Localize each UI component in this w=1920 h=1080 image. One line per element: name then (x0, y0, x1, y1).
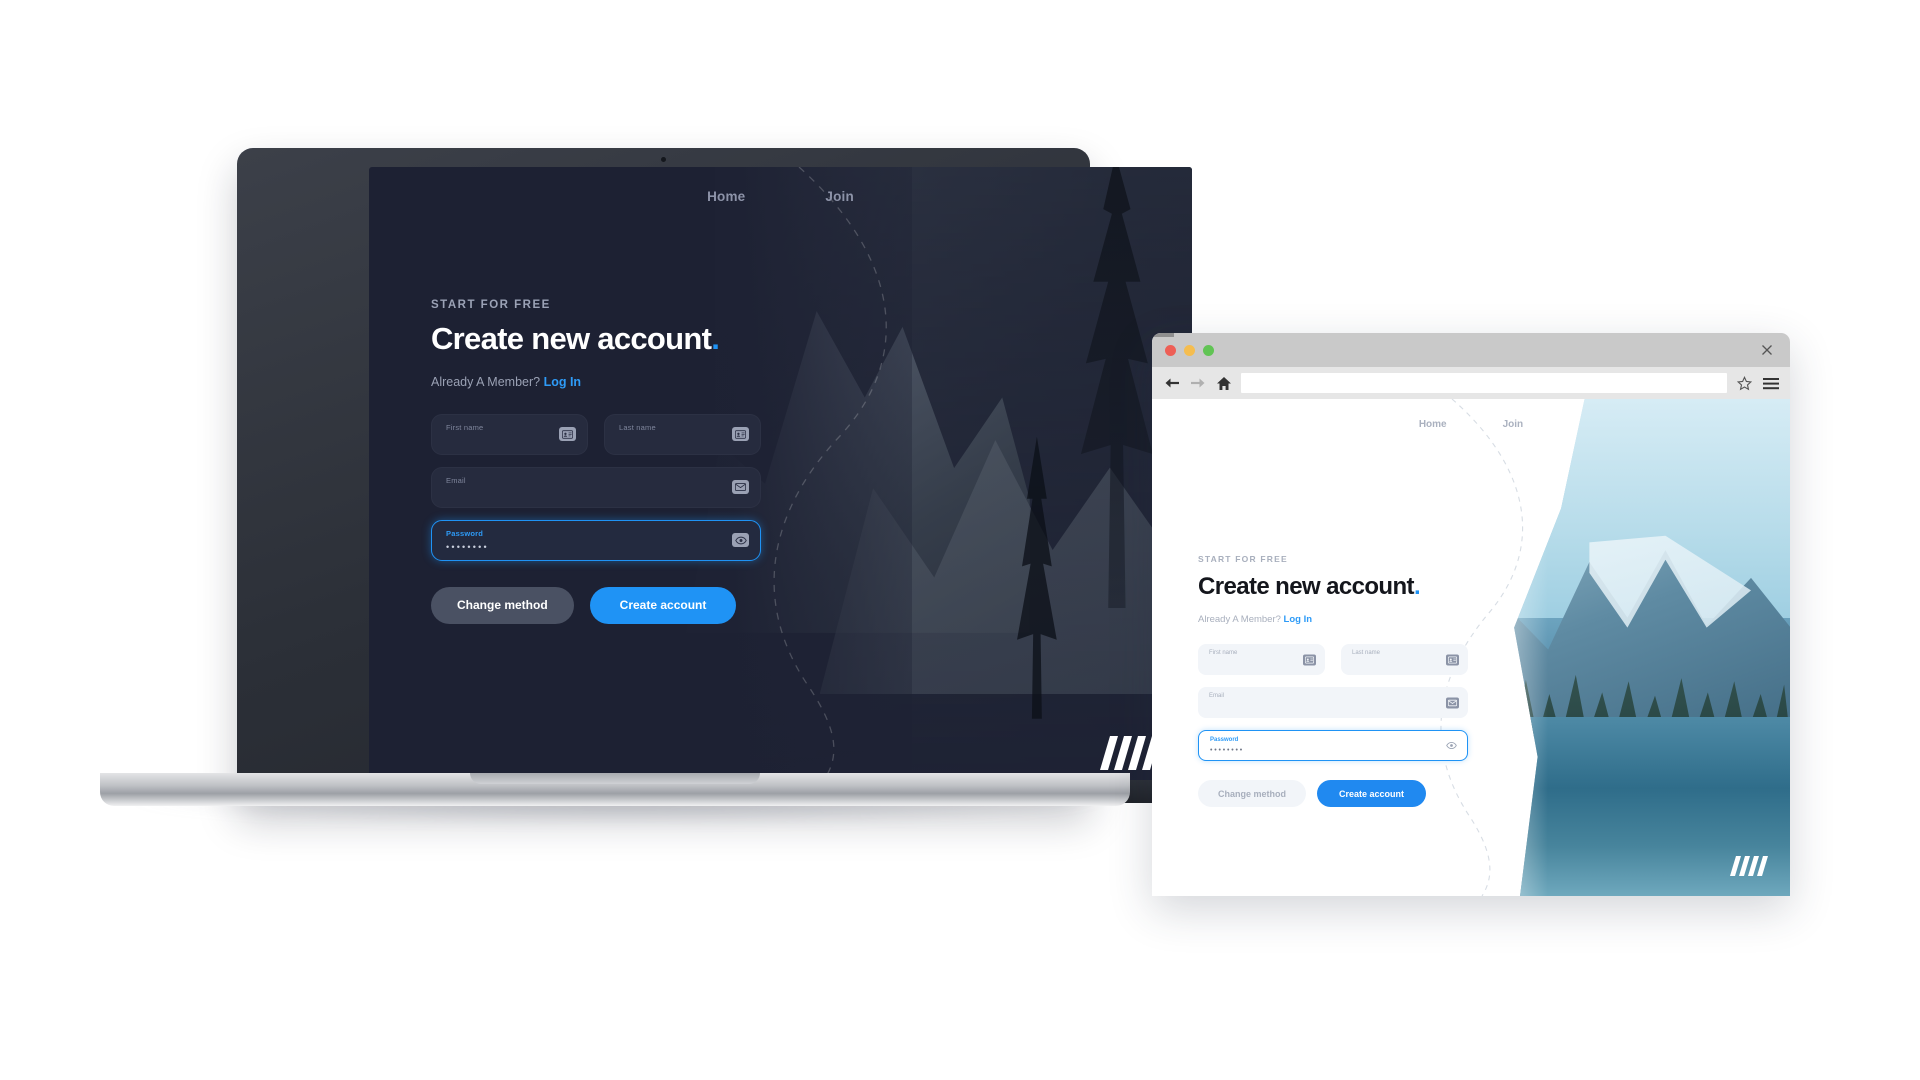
first-name-field[interactable]: First name (431, 413, 588, 455)
eyebrow-text: START FOR FREE (431, 299, 551, 311)
login-link[interactable]: Log In (544, 375, 582, 389)
last-name-field[interactable]: Last name (1341, 644, 1468, 675)
email-label: Email (1209, 693, 1225, 699)
member-prompt: Already A Member? Log In (1198, 614, 1468, 625)
star-icon[interactable] (1736, 375, 1753, 392)
create-account-button[interactable]: Create account (589, 586, 737, 624)
url-input[interactable] (1241, 373, 1727, 393)
change-method-button[interactable]: Change method (431, 586, 574, 624)
browser-window-mockup: Home Join START FOR FREE Create new acco… (1152, 333, 1790, 896)
email-field[interactable]: Email (1198, 687, 1468, 718)
last-name-label: Last name (1352, 650, 1381, 656)
window-traffic-lights (1165, 344, 1214, 356)
signup-form-section: START FOR FREE Create new account. Alrea… (1198, 554, 1468, 807)
last-name-label: Last name (619, 422, 656, 432)
envelope-icon (732, 480, 749, 495)
home-icon[interactable] (1215, 375, 1232, 392)
back-arrow-icon[interactable] (1163, 375, 1180, 392)
contact-card-icon (1303, 654, 1316, 665)
name-field-row: First name Last name (1198, 644, 1468, 675)
site-navigation: Home Join (1152, 419, 1790, 430)
page-title: Create new account. (1198, 573, 1468, 601)
page-title-text: Create new account (431, 321, 712, 356)
contact-card-icon (1446, 654, 1459, 665)
nav-link-join[interactable]: Join (825, 189, 854, 204)
member-prompt-text: Already A Member? (431, 374, 541, 389)
site-navigation: Home Join (369, 189, 1192, 204)
laptop-lid: Home Join START FOR FREE Create new acco… (237, 148, 1207, 803)
change-method-button[interactable]: Change method (1198, 780, 1307, 807)
password-label: Password (1210, 737, 1239, 743)
signup-form: First name Last name Email Password ••••… (1198, 644, 1468, 807)
page-title-text: Create new account (1198, 573, 1415, 600)
email-label: Email (446, 475, 466, 485)
close-traffic-light[interactable] (1165, 344, 1176, 356)
eyebrow-text: START FOR FREE (1198, 554, 1288, 564)
title-accent-dot: . (1413, 573, 1421, 600)
nav-link-home[interactable]: Home (707, 189, 745, 204)
form-actions: Change method Create account (1198, 780, 1468, 807)
mockup-canvas: Home Join START FOR FREE Create new acco… (0, 0, 1920, 1080)
signup-form: First name Last name Email Password ••••… (431, 413, 761, 624)
browser-tab-stub (1152, 333, 1174, 337)
hamburger-menu-icon[interactable] (1762, 375, 1779, 392)
diagonal-stripes-decoration (1730, 856, 1768, 876)
laptop-base (100, 773, 1130, 806)
first-name-field[interactable]: First name (1198, 644, 1325, 675)
login-link[interactable]: Log In (1284, 614, 1313, 625)
password-field[interactable]: Password •••••••• (1198, 730, 1468, 761)
laptop-screen: Home Join START FOR FREE Create new acco… (369, 167, 1192, 780)
signup-form-section: START FOR FREE Create new account. Alrea… (431, 299, 761, 624)
browser-toolbar (1152, 367, 1790, 399)
password-value: •••••••• (446, 541, 489, 552)
first-name-label: First name (446, 422, 484, 432)
form-actions: Change method Create account (431, 586, 761, 624)
last-name-field[interactable]: Last name (604, 413, 761, 455)
nav-link-home[interactable]: Home (1419, 419, 1447, 430)
member-prompt: Already A Member? Log In (431, 375, 761, 389)
email-field[interactable]: Email (431, 466, 761, 508)
minimize-traffic-light[interactable] (1184, 344, 1195, 356)
eye-icon[interactable] (1445, 740, 1458, 751)
envelope-icon (1446, 697, 1459, 708)
contact-card-icon (732, 427, 749, 442)
browser-title-bar (1152, 333, 1790, 367)
laptop-device-mockup: Home Join START FOR FREE Create new acco… (100, 148, 1207, 828)
diagonal-stripes-decoration (1100, 736, 1160, 770)
password-label: Password (446, 528, 484, 538)
eye-icon[interactable] (732, 533, 749, 548)
maximize-traffic-light[interactable] (1203, 344, 1214, 356)
forward-arrow-icon[interactable] (1189, 375, 1206, 392)
password-field[interactable]: Password •••••••• (431, 519, 761, 561)
laptop-camera (661, 157, 666, 162)
name-field-row: First name Last name (431, 413, 761, 455)
close-icon[interactable] (1760, 343, 1774, 357)
nav-link-join[interactable]: Join (1503, 419, 1524, 430)
member-prompt-text: Already A Member? (1198, 614, 1281, 625)
page-title: Create new account. (431, 321, 761, 356)
browser-viewport: Home Join START FOR FREE Create new acco… (1152, 399, 1790, 896)
first-name-label: First name (1209, 650, 1238, 656)
password-value: •••••••• (1210, 747, 1245, 754)
create-account-button[interactable]: Create account (1317, 780, 1427, 807)
title-accent-dot: . (711, 321, 720, 356)
contact-card-icon (559, 427, 576, 442)
